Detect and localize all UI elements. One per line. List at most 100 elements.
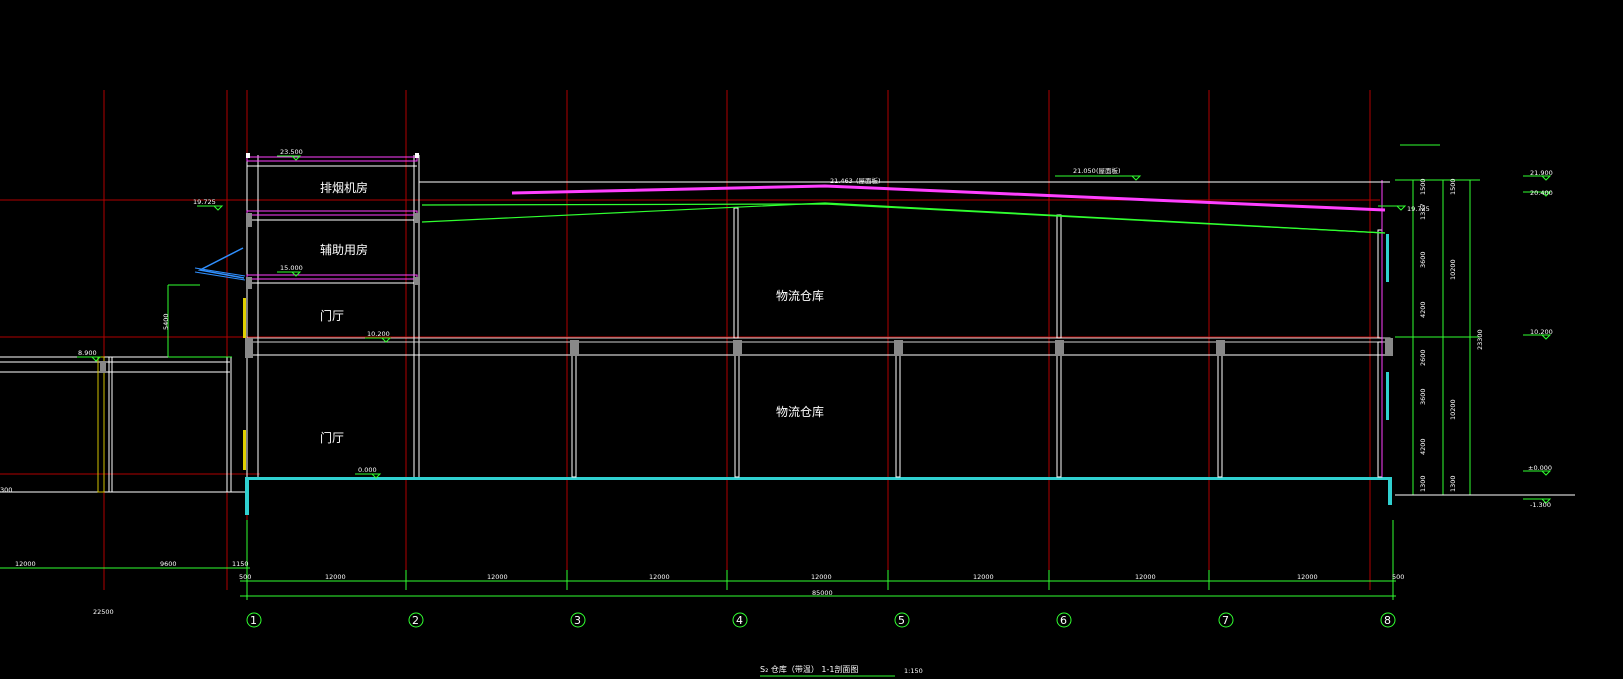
right-wall: [1381, 180, 1389, 477]
foundation-left: [245, 477, 249, 515]
column-cap-7: [1216, 340, 1225, 356]
tower-parapet-left: [246, 153, 250, 158]
dim-text-bay-7: 12000: [1297, 573, 1318, 581]
label-smoke-room: 排烟机房: [320, 180, 368, 195]
dim-text-left-9600: 9600: [160, 560, 177, 568]
dim-text-left-12000: 12000: [15, 560, 36, 568]
axis-bubble-2: 2: [408, 612, 424, 628]
column-cap-4: [733, 340, 742, 356]
dim-text-r-10200l: 10200: [1449, 399, 1457, 420]
axis-label-5: 5: [898, 614, 905, 627]
elev-text-right-10200: 10.200: [1530, 328, 1553, 336]
column-cap-3: [570, 340, 579, 356]
elev-text-ridge: 21.463: [830, 177, 853, 185]
roof-truss-bottom: [421, 203, 1386, 234]
roof-truss-line: [421, 202, 1386, 234]
column-7-lower: [1217, 341, 1223, 478]
drawing-scale: 1:150: [904, 667, 923, 675]
elev-text-ridge-note: (屋面板): [856, 176, 881, 185]
dim-text-left-500: 500: [239, 573, 251, 581]
axis-grid: [0, 90, 1380, 590]
dim-text-r-4200: 4200: [1419, 301, 1427, 318]
dim-text-bay-6: 12000: [1135, 573, 1156, 581]
axis-bubble-6: 6: [1056, 612, 1072, 628]
slab-cap-8: [1385, 338, 1393, 356]
elev-text-right-m1300: -1.300: [1530, 501, 1551, 509]
dim-text-r-1300: 1300: [1419, 475, 1427, 492]
tower-roof-slab: [246, 156, 418, 162]
left-annex: [0, 356, 245, 493]
annex-column-yellow: [97, 356, 105, 493]
bottom-dimension-lines: [0, 520, 1396, 600]
tower-block: [194, 153, 420, 480]
tower-column-cap-c: [246, 277, 252, 289]
elev-text-20400: 20.400: [1530, 189, 1553, 197]
ground-floor: [245, 477, 1392, 515]
dim-text-left-1150: 1150: [232, 560, 249, 568]
label-hall-lower: 门厅: [320, 430, 344, 445]
axis-label-1: 1: [250, 614, 257, 627]
column-5-lower: [895, 341, 901, 478]
dim-text-left-22500: 22500: [93, 608, 114, 616]
elev-text-right-0000: ±0.000: [1528, 464, 1552, 472]
annex-column-right: [226, 356, 232, 493]
dim-text-bay-2: 12000: [487, 573, 508, 581]
drawing-title: S₂ 仓库（带温） 1-1剖面图: [760, 664, 858, 674]
dim-text-bay-5: 12000: [973, 573, 994, 581]
axis-bubble-1: 1: [246, 612, 262, 628]
column-4-upper: [733, 207, 739, 339]
elev-text-21050: 21.050: [1073, 167, 1096, 175]
tower-column-cap-a: [246, 213, 252, 227]
tower-slab-15000: [246, 274, 418, 280]
dim-text-bay-1: 12000: [325, 573, 346, 581]
annex-column: [108, 356, 113, 493]
tower-slab-19725: [246, 210, 418, 216]
axis-label-6: 6: [1060, 614, 1067, 627]
label-warehouse-upper: 物流仓库: [776, 288, 824, 303]
roof: [419, 181, 1390, 234]
dim-text-r-3600b: 3600: [1419, 388, 1427, 405]
elev-text-15000: 15.000: [280, 264, 303, 272]
tower-parapet-right: [415, 153, 419, 158]
dim-text-r-1337: 1337: [1419, 203, 1427, 220]
foundation-right: [1388, 477, 1392, 505]
tower-column-cap-d: [414, 277, 420, 285]
entrance-canopy-slab: [194, 267, 246, 277]
right-window-upper: [1386, 234, 1389, 282]
column-cap-5: [894, 340, 903, 356]
column-6-upper: [1056, 214, 1062, 339]
right-window-lower: [1386, 372, 1389, 420]
column-6-lower: [1056, 341, 1062, 478]
elev-mark-8900: [77, 356, 102, 362]
dim-text-bay-4: 12000: [811, 573, 832, 581]
label-warehouse-lower: 物流仓库: [776, 404, 824, 419]
axis-label-7: 7: [1222, 614, 1229, 627]
section-canvas: 1 2 3 4 5 6 7 8 排烟机房 辅助用房 门厅 门厅 物流仓库 物流仓…: [0, 90, 1575, 677]
column-cap-6: [1055, 340, 1064, 356]
axis-label-4: 4: [736, 614, 743, 627]
elev-mark-19725: [197, 205, 224, 211]
annex-column-cap: [100, 361, 106, 373]
dim-text-total: 85000: [812, 589, 833, 597]
axis-label-3: 3: [574, 614, 581, 627]
column-8-upper: [1377, 229, 1383, 339]
dim-text-r-4200b: 4200: [1419, 438, 1427, 455]
slab-cap-1: [245, 338, 253, 358]
tower-column-cap-b: [414, 213, 420, 223]
dim-text-r-1300b: 1300: [1449, 475, 1457, 492]
dim-text-r-10200u: 10200: [1449, 259, 1457, 280]
dim-text-r-total: 23300: [1476, 329, 1484, 350]
column-4-lower: [734, 341, 740, 478]
elev-text-21050-note: (屋面板): [1096, 166, 1121, 175]
axis-bubble-8: 8: [1380, 612, 1396, 628]
dim-text-r-1500b: 1500: [1449, 178, 1457, 195]
dim-text-left-5400: 5400: [162, 313, 170, 330]
elev-mark-10200: [365, 337, 392, 343]
tower-window-upper: [243, 298, 246, 338]
axis-bubble-4: 4: [732, 612, 748, 628]
elev-text-10200: 10.200: [367, 330, 390, 338]
label-aux-room: 辅助用房: [320, 242, 368, 257]
elev-text-8900: 8.900: [78, 349, 97, 357]
tower-window-lower: [243, 430, 246, 470]
axis-bubble-7: 7: [1218, 612, 1234, 628]
